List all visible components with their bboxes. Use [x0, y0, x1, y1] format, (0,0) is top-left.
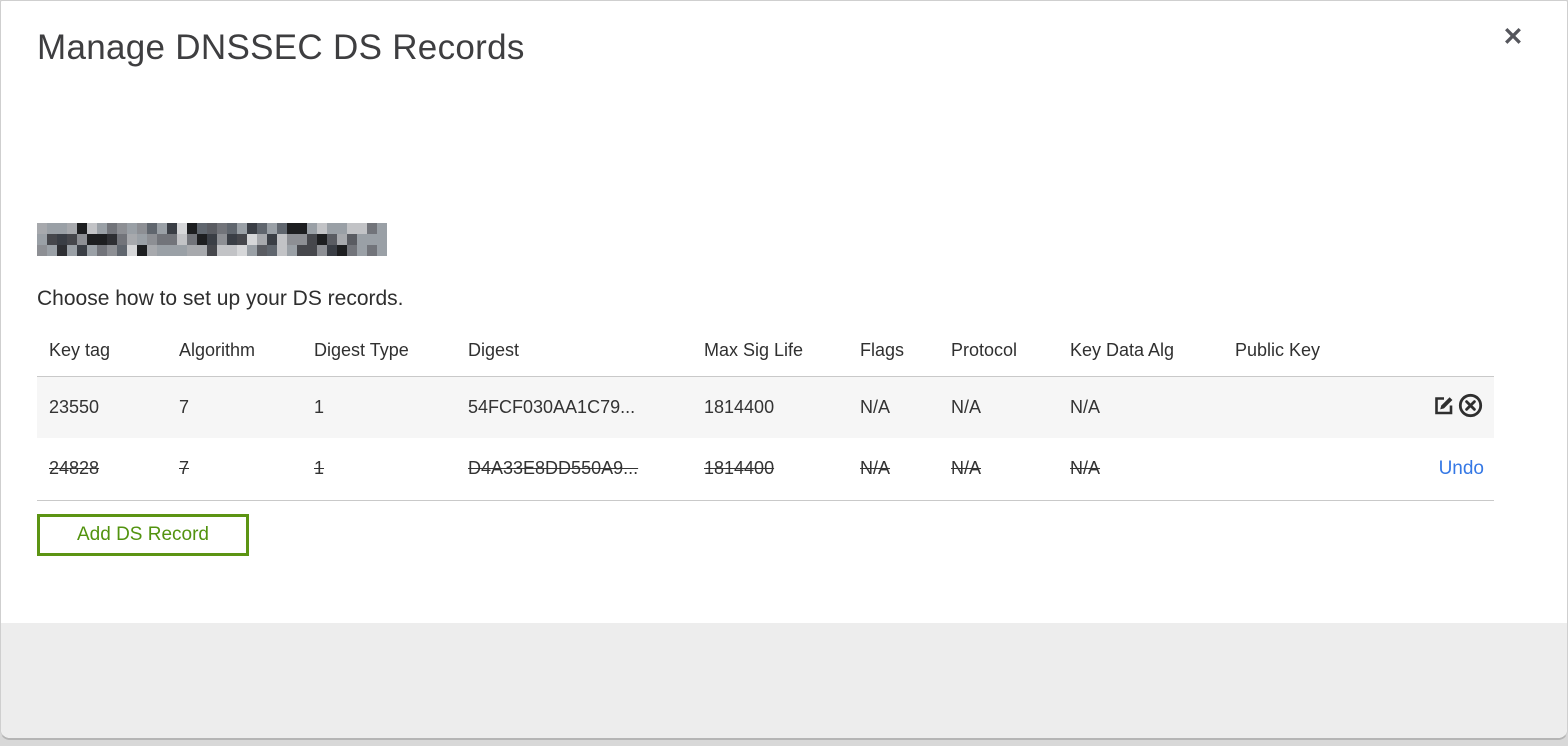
close-icon[interactable]: ✕: [1497, 21, 1529, 53]
col-header-algorithm: Algorithm: [179, 340, 256, 361]
page-title: Manage DNSSEC DS Records: [37, 28, 525, 67]
undo-link[interactable]: Undo: [1439, 458, 1484, 479]
col-header-protocol: Protocol: [951, 340, 1018, 361]
cell-key-tag: 23550: [49, 396, 100, 417]
col-header-key-tag: Key tag: [49, 340, 111, 361]
manage-dnssec-modal: Manage DNSSEC DS Records ✕ Choose how to…: [0, 0, 1568, 740]
col-header-actions: [1373, 326, 1494, 376]
edit-icon[interactable]: [1431, 393, 1456, 418]
cell-key-tag: 24828: [49, 458, 100, 479]
cell-max-sig-life: 1814400: [704, 396, 775, 417]
cell-protocol: N/A: [951, 396, 982, 417]
col-header-public-key: Public Key: [1235, 340, 1321, 361]
instruction-text: Choose how to set up your DS records.: [37, 287, 404, 310]
col-header-digest-type: Digest Type: [314, 340, 409, 361]
cell-digest-type: 1: [314, 458, 325, 479]
cell-max-sig-life: 1814400: [704, 458, 775, 479]
cell-algorithm: 7: [179, 396, 190, 417]
cell-digest-type: 1: [314, 396, 325, 417]
table-row: 23550 7 1 54FCF030AA1C79... 1814400 N/A …: [37, 376, 1494, 438]
ds-records-table: Key tag Algorithm Digest Type Digest Max…: [37, 326, 1494, 501]
cell-key-data-alg: N/A: [1070, 458, 1101, 479]
cell-flags: N/A: [860, 396, 891, 417]
col-header-max-sig-life: Max Sig Life: [704, 340, 804, 361]
col-header-digest: Digest: [468, 340, 520, 361]
delete-circle-icon[interactable]: [1457, 392, 1484, 419]
cell-digest: 54FCF030AA1C79...: [468, 396, 636, 417]
table-row-deleted: 24828 7 1 D4A33E8DD550A9... 1814400 N/A …: [37, 438, 1494, 500]
col-header-flags: Flags: [860, 340, 905, 361]
table-header-row: Key tag Algorithm Digest Type Digest Max…: [37, 326, 1494, 376]
add-ds-record-button[interactable]: Add DS Record: [37, 514, 249, 556]
cell-algorithm: 7: [179, 458, 190, 479]
redacted-domain: [37, 223, 387, 256]
cell-protocol: N/A: [951, 458, 982, 479]
col-header-key-data-alg: Key Data Alg: [1070, 340, 1175, 361]
cell-digest: D4A33E8DD550A9...: [468, 458, 639, 479]
cell-key-data-alg: N/A: [1070, 396, 1101, 417]
modal-footer: Save Cancel: [1, 623, 1567, 738]
cell-flags: N/A: [860, 458, 891, 479]
